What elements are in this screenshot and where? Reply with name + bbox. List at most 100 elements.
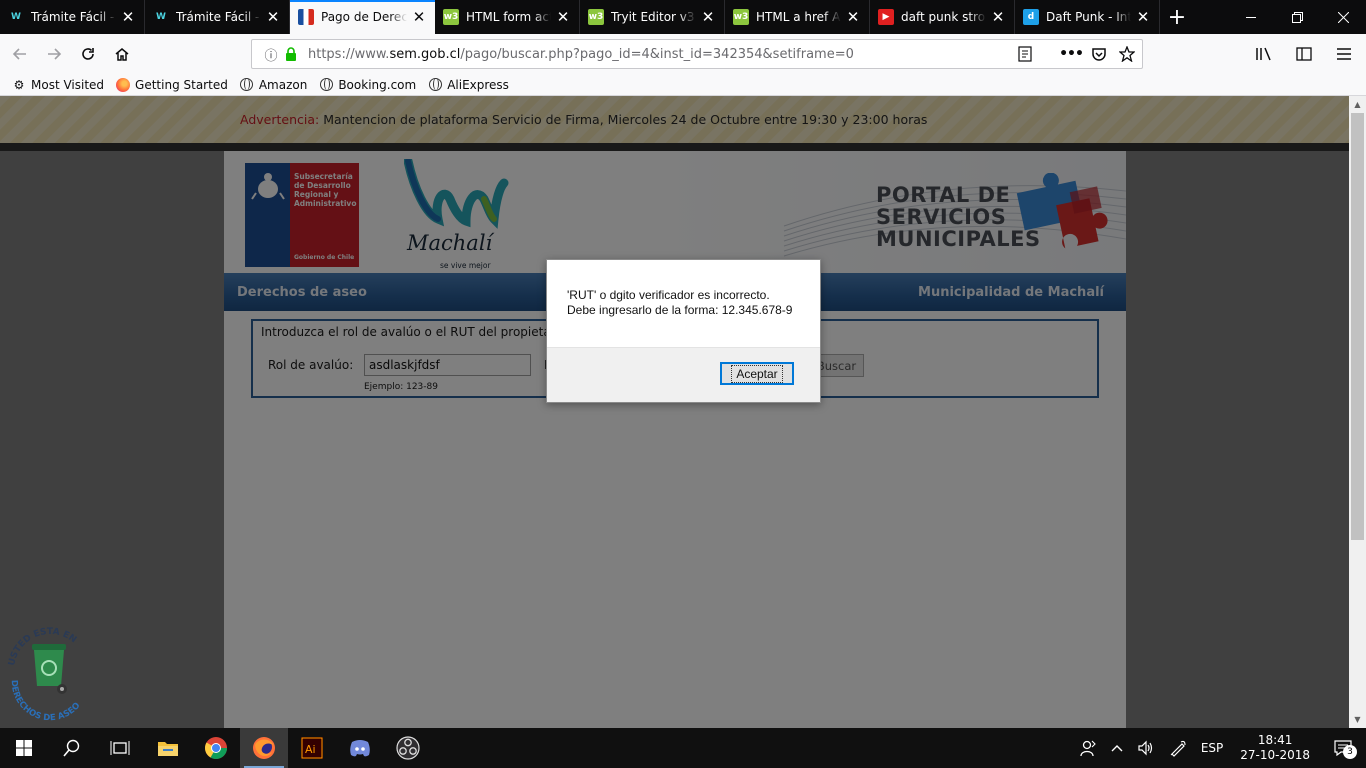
tab-html-form-action[interactable]: w3 HTML form actio ✕ <box>435 0 580 34</box>
bookmark-getting-started[interactable]: Getting Started <box>116 77 228 92</box>
people-icon[interactable] <box>1072 728 1104 768</box>
lock-icon[interactable] <box>282 45 300 63</box>
reload-button[interactable] <box>72 38 104 70</box>
reader-view-icon[interactable] <box>1016 45 1034 63</box>
language-indicator[interactable]: ESP <box>1194 728 1230 768</box>
svg-text:DERECHOS DE ASEO: DERECHOS DE ASEO <box>9 680 83 722</box>
bookmark-aliexpress[interactable]: AliExpress <box>428 78 509 92</box>
library-icon <box>1256 47 1271 61</box>
url-actions: ••• <box>1016 40 1136 68</box>
windows-logo-icon <box>16 740 32 756</box>
page-actions-icon[interactable]: ••• <box>1059 45 1084 63</box>
info-icon[interactable]: ⓘ <box>260 45 282 64</box>
tab-youtube-daft-punk[interactable]: ▶ daft punk strong ✕ <box>870 0 1015 34</box>
navigation-toolbar: ⓘ https://www.sem.gob.cl/pago/buscar.php… <box>0 34 1366 74</box>
clock[interactable]: 18:41 27-10-2018 <box>1230 733 1320 763</box>
url-text[interactable]: https://www.sem.gob.cl/pago/buscar.php?p… <box>308 47 854 62</box>
task-view-button[interactable] <box>96 728 144 768</box>
bookmark-most-visited[interactable]: ⚙ Most Visited <box>12 78 104 92</box>
url-domain: sem.gob.cl <box>389 46 461 62</box>
alert-dialog: 'RUT' o dgito verificador es incorrecto.… <box>546 259 821 403</box>
restore-button[interactable] <box>1274 0 1320 34</box>
search-button[interactable] <box>48 728 96 768</box>
tab-tryit-editor[interactable]: w3 Tryit Editor v3.5 ✕ <box>580 0 725 34</box>
arrow-left-icon <box>12 48 26 60</box>
close-icon[interactable]: ✕ <box>411 9 427 25</box>
url-bar[interactable]: ⓘ https://www.sem.gob.cl/pago/buscar.php… <box>251 39 1143 69</box>
w3schools-icon: w3 <box>443 9 459 25</box>
minimize-icon <box>1245 16 1256 18</box>
modal-overlay <box>0 96 1349 728</box>
tab-tramite-facil-1[interactable]: W Trámite Fácil - Il ✕ <box>0 0 145 34</box>
close-icon[interactable]: ✕ <box>845 9 861 25</box>
chrome-button[interactable] <box>192 728 240 768</box>
illustrator-icon: Ai <box>301 737 323 759</box>
new-tab-button[interactable]: + <box>1160 0 1194 34</box>
start-button[interactable] <box>0 728 48 768</box>
sidebar-icon <box>1296 47 1312 61</box>
close-icon[interactable]: ✕ <box>990 9 1006 25</box>
tab-title: Trámite Fácil - Il <box>31 10 116 24</box>
restore-icon <box>1291 11 1303 23</box>
bookmark-star-icon[interactable] <box>1118 45 1136 63</box>
close-icon[interactable]: ✕ <box>1135 9 1151 25</box>
wm-logo-icon: W <box>156 12 166 22</box>
close-icon[interactable]: ✕ <box>120 9 136 25</box>
discord-button[interactable] <box>336 728 384 768</box>
bookmark-label: Booking.com <box>338 77 417 92</box>
firefox-icon <box>116 77 131 92</box>
close-icon[interactable]: ✕ <box>555 9 571 25</box>
scrollbar-thumb[interactable] <box>1351 113 1364 540</box>
bookmark-booking[interactable]: Booking.com <box>319 78 416 92</box>
task-view-icon <box>110 741 130 755</box>
vertical-scrollbar[interactable]: ▲ ▼ <box>1349 96 1366 728</box>
aceptar-label: Aceptar <box>731 364 783 383</box>
globe-icon <box>240 78 254 92</box>
pen-icon[interactable] <box>1162 728 1194 768</box>
close-icon[interactable]: ✕ <box>700 9 716 25</box>
chrome-icon <box>205 737 227 759</box>
tab-html-a-href[interactable]: w3 HTML a href Attr ✕ <box>725 0 870 34</box>
library-button[interactable] <box>1248 38 1280 70</box>
window-controls <box>1228 0 1366 34</box>
clock-time: 18:41 <box>1257 733 1293 747</box>
action-center-icon[interactable]: 3 <box>1320 728 1366 768</box>
tab-tramite-facil-2[interactable]: W Trámite Fácil - Il ✕ <box>145 0 290 34</box>
chevron-up-icon[interactable] <box>1104 728 1130 768</box>
close-window-button[interactable] <box>1320 0 1366 34</box>
aceptar-button[interactable]: Aceptar <box>720 362 794 385</box>
close-icon[interactable]: ✕ <box>265 9 281 25</box>
url-path: /pago/buscar.php?pago_id=4&inst_id=34235… <box>460 46 854 62</box>
trash-bin-mascot-icon: USTED ESTA EN DERECHOS DE ASEO <box>7 627 83 722</box>
wm-logo-icon: W <box>11 12 21 22</box>
bookmark-label: AliExpress <box>447 77 509 92</box>
tab-title: Tryit Editor v3.5 <box>611 10 696 24</box>
bookmark-label: Amazon <box>258 77 308 92</box>
obs-button[interactable] <box>384 728 432 768</box>
tab-title: Trámite Fácil - Il <box>176 10 261 24</box>
tab-dailymotion-daft-punk[interactable]: d Daft Punk - Inter ✕ <box>1015 0 1160 34</box>
bookmark-label: Most Visited <box>31 77 105 92</box>
sidebar-button[interactable] <box>1288 38 1320 70</box>
menu-button[interactable] <box>1328 38 1360 70</box>
tab-pago-derechos[interactable]: Pago de Derecho ✕ <box>290 0 435 34</box>
volume-icon[interactable] <box>1130 728 1162 768</box>
pocket-icon[interactable] <box>1090 45 1108 63</box>
forward-button[interactable] <box>38 38 70 70</box>
minimize-button[interactable] <box>1228 0 1274 34</box>
file-explorer-button[interactable] <box>144 728 192 768</box>
tab-title: daft punk strong <box>901 10 986 24</box>
firefox-button[interactable] <box>240 728 288 768</box>
system-tray: ESP 18:41 27-10-2018 3 <box>1072 728 1366 768</box>
tab-title: Daft Punk - Inter <box>1046 10 1131 24</box>
scroll-up-icon[interactable]: ▲ <box>1349 96 1366 113</box>
dailymotion-icon: d <box>1023 9 1039 25</box>
illustrator-button[interactable]: Ai <box>288 728 336 768</box>
separator <box>1044 45 1052 63</box>
windows-taskbar: Ai ESP 18:41 27-10-2018 3 <box>0 728 1366 768</box>
back-button[interactable] <box>4 38 36 70</box>
firefox-icon <box>253 737 275 759</box>
bookmark-amazon[interactable]: Amazon <box>240 77 308 92</box>
home-button[interactable] <box>106 38 138 70</box>
scroll-down-icon[interactable]: ▼ <box>1349 711 1366 728</box>
